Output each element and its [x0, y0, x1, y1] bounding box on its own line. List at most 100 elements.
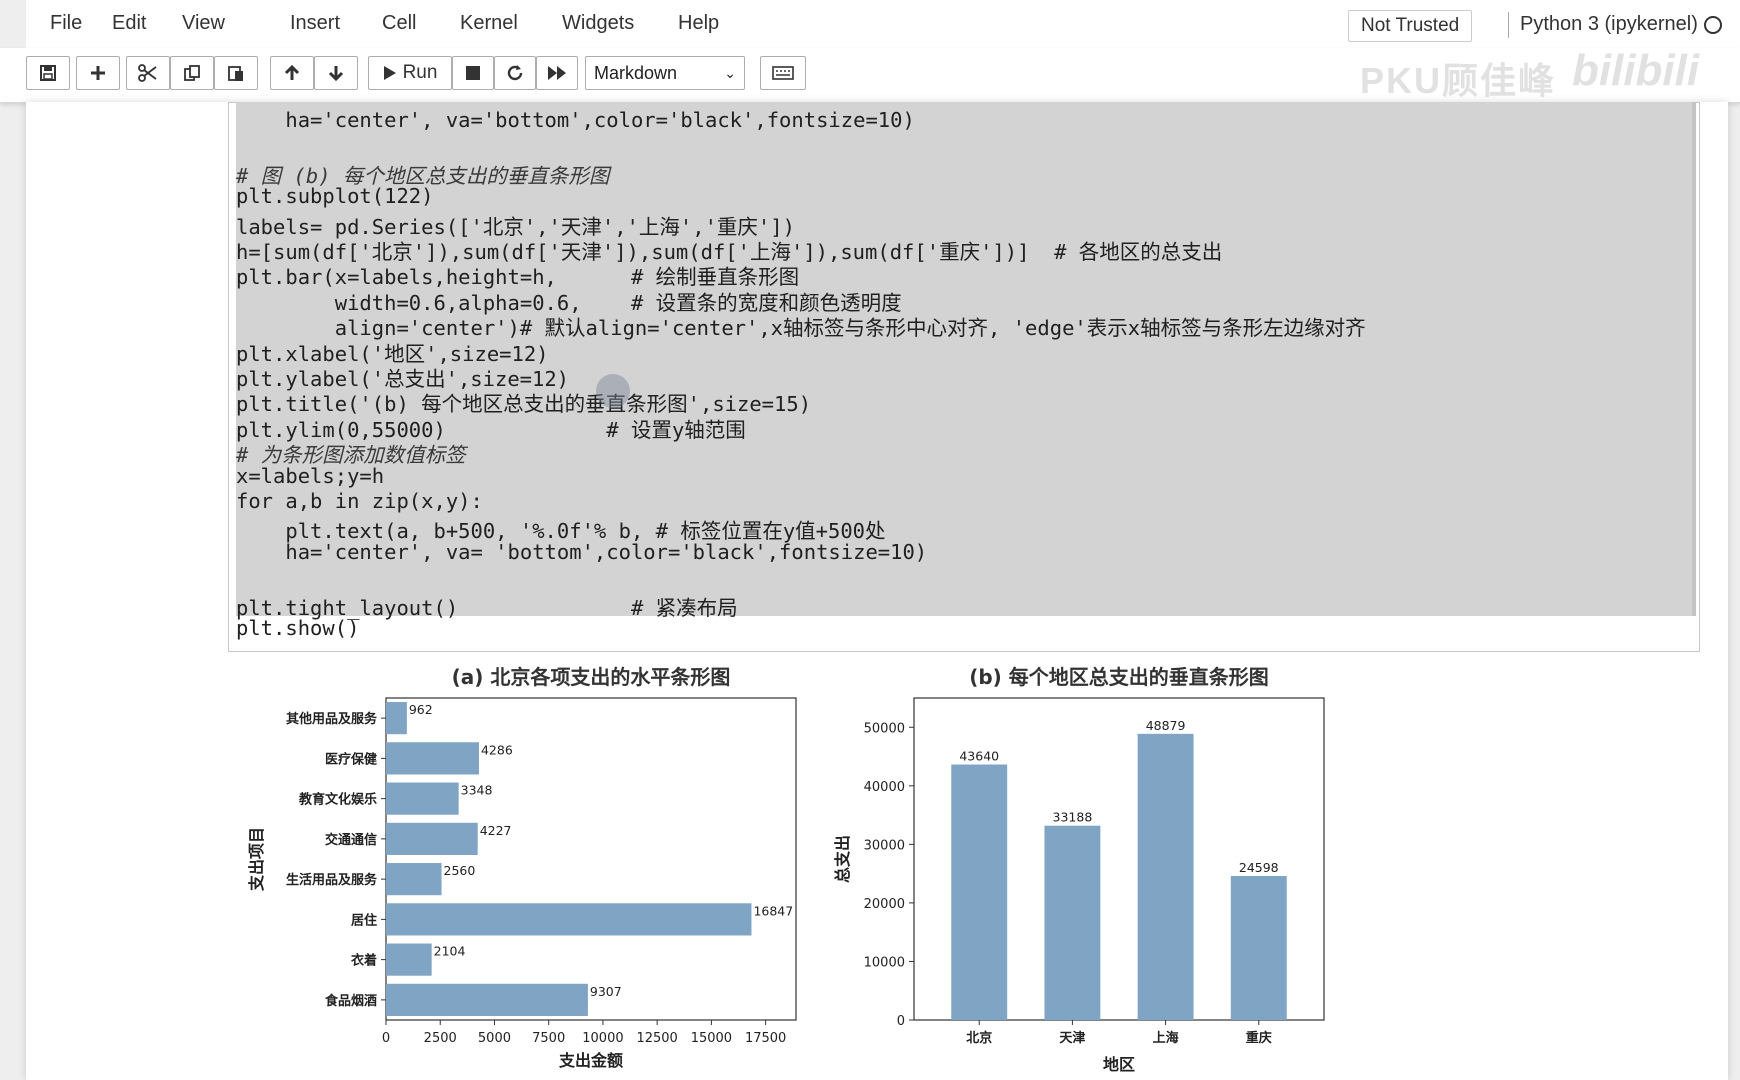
chart-b: (b) 每个地区总支出的垂直条形图 43640 北京 33188 天津 48879 上海 24…	[833, 665, 1325, 1074]
menu-cell[interactable]: Cell	[382, 12, 416, 35]
menu-help[interactable]: Help	[678, 12, 719, 35]
run-label: Run	[402, 62, 438, 83]
y-tick-label: 10000	[864, 955, 905, 970]
y-tick-label: 食品烟酒	[325, 993, 377, 1009]
y-axis-label: 总支出	[833, 835, 852, 883]
restart-button[interactable]	[494, 56, 536, 90]
output-area: (a) 北京各项支出的水平条形图 9307 食品烟酒 2104 衣着 16847 居住 256…	[228, 654, 1328, 1080]
menu-bar: File Edit View Insert Cell Kernel Widget…	[26, 0, 1740, 48]
data-label: 33188	[1053, 810, 1093, 825]
x-tick-label: 5000	[478, 1031, 511, 1046]
code-line: ha='center', va='bottom',color='black',f…	[236, 108, 915, 132]
bar	[386, 782, 459, 815]
save-button[interactable]	[26, 56, 70, 90]
paste-icon	[228, 66, 243, 81]
mouse-cursor-icon	[596, 374, 630, 408]
run-all-button[interactable]	[536, 56, 578, 90]
cut-button[interactable]	[126, 56, 170, 90]
y-tick-label: 衣着	[351, 953, 377, 969]
y-tick-label: 教育文化娱乐	[298, 792, 377, 808]
y-tick-label: 20000	[864, 897, 905, 912]
save-icon	[40, 65, 56, 81]
bar	[951, 764, 1008, 1020]
x-tick-label: 0	[382, 1031, 390, 1046]
y-tick-label: 其他用品及服务	[286, 711, 378, 727]
x-axis-label: 支出金额	[558, 1051, 623, 1070]
chart-title: (a) 北京各项支出的水平条形图	[452, 665, 731, 689]
bar	[386, 943, 432, 976]
play-icon	[383, 66, 396, 80]
data-label: 2104	[434, 944, 466, 959]
data-label: 24598	[1239, 860, 1279, 875]
bar	[1230, 875, 1287, 1020]
interrupt-button[interactable]	[452, 56, 494, 90]
code-line: for a,b in zip(x,y):	[236, 489, 483, 513]
cell-type-value: Markdown	[594, 63, 678, 83]
y-tick-label: 40000	[864, 780, 905, 795]
data-label: 4227	[480, 823, 512, 838]
code-line: x=labels;y=h	[236, 463, 385, 488]
keyboard-icon	[772, 66, 794, 80]
copy-icon	[184, 65, 200, 81]
arrow-up-icon	[284, 64, 300, 80]
paste-button[interactable]	[214, 56, 258, 90]
restart-icon	[507, 65, 523, 81]
scissors-icon	[138, 64, 157, 82]
cell-type-select[interactable]: Markdown ⌄	[585, 56, 745, 90]
not-trusted-button[interactable]: Not Trusted	[1348, 10, 1473, 42]
y-tick-label: 30000	[864, 838, 905, 853]
y-tick-label: 交通通信	[325, 832, 377, 848]
x-tick-label: 2500	[424, 1031, 457, 1046]
kernel-separator	[1508, 12, 1509, 38]
x-tick-label: 17500	[745, 1031, 786, 1046]
data-label: 43640	[959, 749, 999, 764]
data-label: 962	[409, 702, 433, 717]
fast-forward-icon	[548, 66, 566, 80]
data-label: 2560	[444, 863, 476, 878]
y-tick-label: 医疗保健	[325, 751, 377, 767]
data-label: 9307	[590, 984, 622, 999]
menu-widgets[interactable]: Widgets	[562, 12, 634, 35]
insert-cell-button[interactable]	[76, 56, 120, 90]
code-line: ha='center', va= 'bottom',color='black',…	[236, 539, 928, 564]
chevron-down-icon: ⌄	[724, 65, 736, 81]
bar	[386, 983, 588, 1016]
x-tick-label: 重庆	[1246, 1030, 1272, 1046]
x-tick-label: 10000	[582, 1031, 623, 1046]
x-axis-label: 地区	[1103, 1055, 1135, 1074]
watermark-logo: bilibili	[1572, 46, 1700, 95]
move-down-button[interactable]	[314, 56, 358, 90]
data-label: 48879	[1146, 718, 1186, 733]
bar	[386, 863, 442, 896]
watermark-text: PKU顾佳峰	[1360, 60, 1557, 101]
kernel-name[interactable]: Python 3 (ipykernel)	[1520, 13, 1698, 36]
run-button[interactable]: Run	[368, 56, 452, 90]
bar	[1137, 733, 1194, 1020]
y-tick-label: 50000	[864, 721, 905, 736]
kernel-idle-icon	[1704, 16, 1722, 34]
x-tick-label: 上海	[1153, 1030, 1179, 1046]
bar	[386, 822, 478, 855]
move-up-button[interactable]	[270, 56, 314, 90]
plus-icon	[91, 66, 105, 80]
menu-view[interactable]: View	[182, 12, 225, 35]
copy-button[interactable]	[170, 56, 214, 90]
bar	[1044, 825, 1101, 1020]
data-label: 3348	[461, 783, 493, 798]
chart-title: (b) 每个地区总支出的垂直条形图	[969, 665, 1269, 689]
bar	[386, 742, 479, 775]
x-tick-label: 天津	[1059, 1030, 1085, 1046]
bar	[386, 702, 407, 735]
menu-insert[interactable]: Insert	[290, 12, 340, 35]
menu-edit[interactable]: Edit	[112, 12, 146, 35]
y-tick-label: 0	[897, 1014, 905, 1029]
stop-icon	[466, 66, 480, 80]
menu-file[interactable]: File	[50, 12, 82, 35]
code-line: plt.show()	[236, 616, 360, 640]
code-line: plt.subplot(122)	[236, 184, 434, 209]
x-tick-label: 12500	[636, 1031, 677, 1046]
y-tick-label: 居住	[351, 912, 377, 928]
command-palette-button[interactable]	[760, 56, 806, 90]
x-tick-label: 北京	[966, 1030, 992, 1046]
menu-kernel[interactable]: Kernel	[460, 12, 518, 35]
